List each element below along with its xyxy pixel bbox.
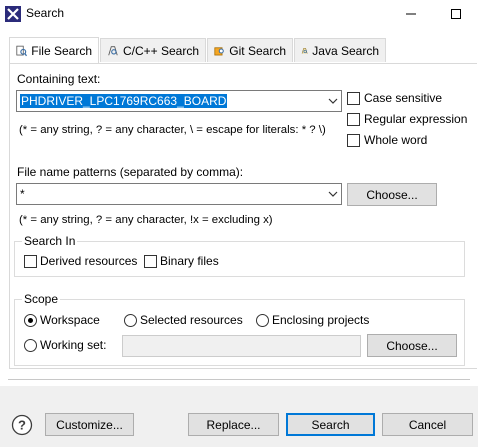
regular-expression-label[interactable]: Regular expression: [364, 112, 467, 126]
containing-text-value[interactable]: PHDRIVER_LPC1769RC663_BOARD: [20, 94, 228, 108]
maximize-icon: [450, 9, 461, 19]
help-button[interactable]: ?: [11, 414, 33, 436]
tab-java-search[interactable]: Java Search: [294, 38, 386, 62]
enclosing-projects-radio[interactable]: [256, 314, 269, 327]
java-search-icon: [301, 47, 308, 54]
case-sensitive-label[interactable]: Case sensitive: [364, 91, 442, 105]
help-icon: ?: [11, 414, 33, 436]
regular-expression-checkbox[interactable]: [347, 113, 360, 126]
git-search-icon: [214, 46, 224, 55]
svg-text:?: ?: [18, 418, 26, 433]
file-search-icon: [16, 45, 28, 56]
replace-button[interactable]: Replace...: [188, 413, 279, 436]
working-set-label[interactable]: Working set:: [40, 338, 106, 352]
containing-text-label: Containing text:: [17, 72, 101, 86]
selected-resources-radio[interactable]: [124, 314, 137, 327]
eclipse-x-icon: [5, 6, 21, 22]
tab-strip: File Search C/C++ Search Git Search Java…: [0, 37, 478, 64]
tab-label: Git Search: [229, 43, 286, 58]
tab-label: Java Search: [312, 43, 379, 58]
minimize-button[interactable]: [388, 0, 433, 28]
binary-files-checkbox[interactable]: [144, 255, 157, 268]
working-set-field: [122, 335, 361, 357]
selected-resources-label[interactable]: Selected resources: [140, 313, 243, 327]
whole-word-label[interactable]: Whole word: [364, 133, 427, 147]
window-title: Search: [26, 6, 65, 20]
tab-c-search[interactable]: C/C++ Search: [100, 38, 206, 62]
maximize-button[interactable]: [433, 0, 478, 28]
working-set-choose-button[interactable]: Choose...: [367, 334, 457, 357]
separator: [8, 379, 470, 380]
search-in-title: Search In: [22, 234, 78, 248]
minimize-icon: [405, 13, 416, 15]
derived-resources-label[interactable]: Derived resources: [40, 254, 137, 268]
binary-files-label[interactable]: Binary files: [160, 254, 219, 268]
whole-word-checkbox[interactable]: [347, 134, 360, 147]
cancel-button[interactable]: Cancel: [382, 413, 473, 436]
tab-label: File Search: [31, 43, 92, 58]
chevron-down-icon[interactable]: [328, 189, 338, 199]
enclosing-projects-label[interactable]: Enclosing projects: [272, 313, 369, 327]
workspace-radio[interactable]: [24, 314, 37, 327]
workspace-label[interactable]: Workspace: [40, 313, 100, 327]
tab-file-search[interactable]: File Search: [9, 37, 99, 63]
title-bar: Search: [0, 0, 478, 28]
file-patterns-combo[interactable]: *: [16, 183, 342, 205]
search-button[interactable]: Search: [286, 413, 375, 436]
working-set-radio[interactable]: [24, 339, 37, 352]
file-patterns-choose-button[interactable]: Choose...: [347, 183, 437, 206]
file-patterns-value[interactable]: *: [20, 187, 25, 201]
customize-button[interactable]: Customize...: [45, 413, 134, 436]
containing-text-hint: (* = any string, ? = any character, \ = …: [19, 124, 326, 136]
chevron-down-icon[interactable]: [328, 96, 338, 106]
c-search-icon: [108, 45, 118, 55]
scope-title: Scope: [22, 292, 61, 306]
file-patterns-label: File name patterns (separated by comma):: [17, 165, 244, 179]
file-patterns-hint: (* = any string, ? = any character, !x =…: [19, 214, 273, 226]
case-sensitive-checkbox[interactable]: [347, 92, 360, 105]
tab-git-search[interactable]: Git Search: [207, 38, 293, 62]
derived-resources-checkbox[interactable]: [24, 255, 37, 268]
tab-label: C/C++ Search: [122, 43, 199, 58]
containing-text-combo[interactable]: PHDRIVER_LPC1769RC663_BOARD: [16, 90, 342, 112]
